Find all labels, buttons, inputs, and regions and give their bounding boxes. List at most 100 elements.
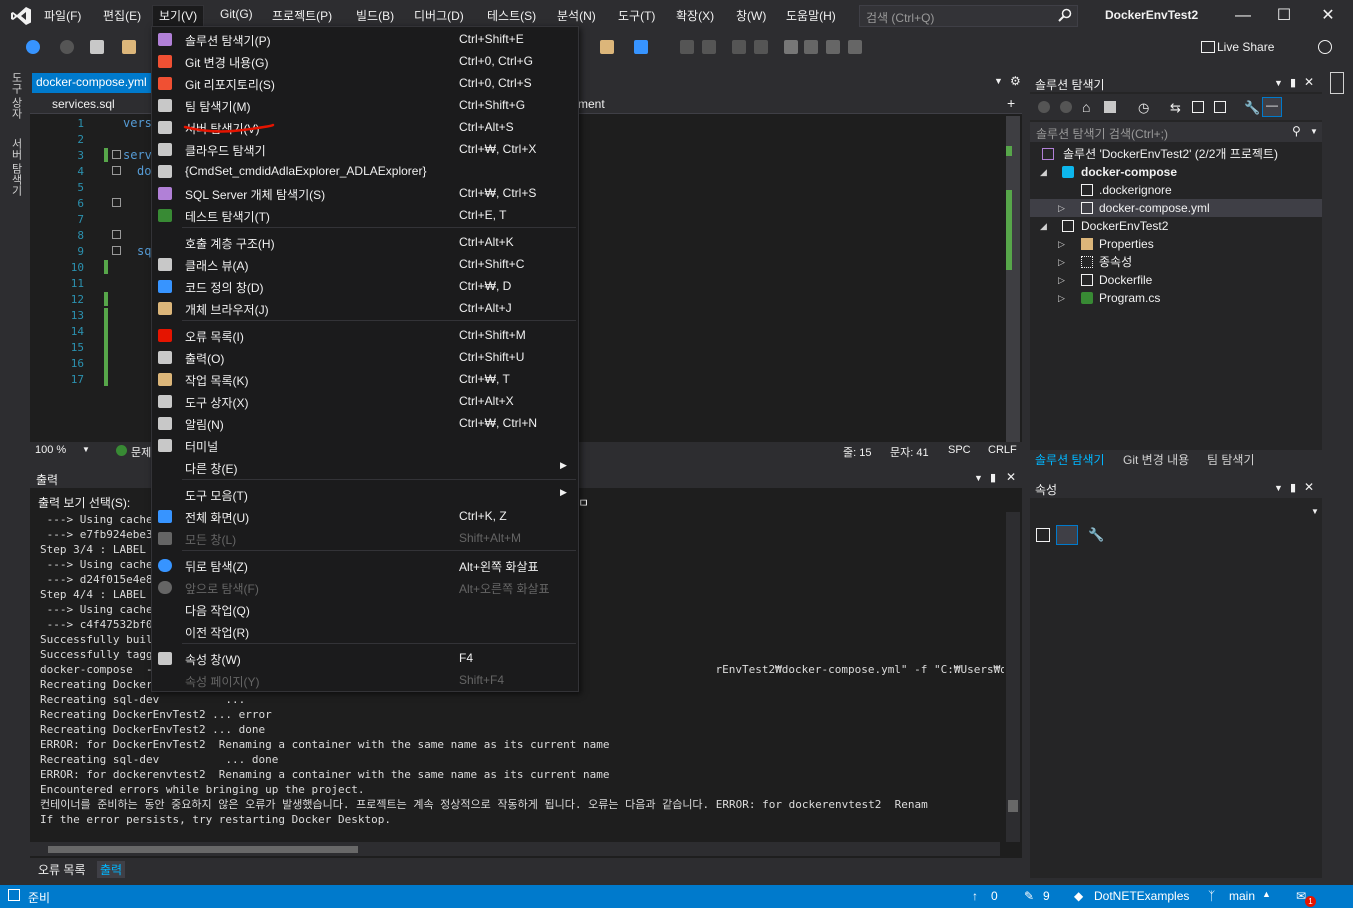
view-menu-item[interactable]: 알림(N) Ctrl+₩, Ctrl+N xyxy=(152,412,577,434)
branch-up-icon[interactable]: ▲ xyxy=(1262,889,1271,899)
zoom-level[interactable]: 100 % xyxy=(35,444,66,456)
unpushed-count[interactable]: 0 xyxy=(991,889,998,903)
tab-team-explorer[interactable]: 팀 탐색기 xyxy=(1207,451,1255,468)
menu-help[interactable]: 도움말(H) xyxy=(786,7,836,24)
tree-item-dockerignore[interactable]: .dockerignore xyxy=(1030,181,1322,199)
server-explorer-vertical-tab[interactable]: 서버 탐색기 xyxy=(8,138,24,196)
view-menu-item[interactable]: 출력(O) Ctrl+Shift+U xyxy=(152,346,577,368)
view-menu-item[interactable]: 다른 창(E) ▶ xyxy=(152,456,577,478)
collapsed-icon[interactable]: ▷ xyxy=(1058,271,1065,289)
view-menu-item[interactable]: 호출 계층 구조(H) Ctrl+Alt+K xyxy=(152,231,577,253)
pin-icon[interactable]: ▮ xyxy=(1290,481,1296,494)
next-bookmark-icon[interactable] xyxy=(826,40,840,54)
clear-bookmark-icon[interactable] xyxy=(848,40,862,54)
gear-icon[interactable]: ⚙ xyxy=(1010,74,1021,88)
view-menu-item[interactable]: Git 변경 내용(G) Ctrl+0, Ctrl+G xyxy=(152,50,577,72)
collapsed-icon[interactable]: ▷ xyxy=(1058,199,1065,217)
menu-analyze[interactable]: 분석(N) xyxy=(557,7,596,24)
tab-dropdown-icon[interactable]: ▼ xyxy=(994,76,1003,86)
branch-name[interactable]: main xyxy=(1229,889,1255,903)
view-menu-item[interactable]: 전체 화면(U) Ctrl+K, Z xyxy=(152,505,577,527)
view-menu-item[interactable]: 클라우드 탐색기 Ctrl+₩, Ctrl+X xyxy=(152,138,577,160)
collapsed-icon[interactable]: ▷ xyxy=(1058,289,1065,307)
diagnostic-tools-icon[interactable] xyxy=(1330,72,1344,94)
solution-search-input[interactable]: 솔루션 탐색기 검색(Ctrl+;) xyxy=(1030,122,1322,142)
view-menu-item[interactable]: 도구 상자(X) Ctrl+Alt+X xyxy=(152,390,577,412)
tree-item-docker-compose-yml[interactable]: ▷ docker-compose.yml xyxy=(1030,199,1322,217)
tree-item-docker-compose[interactable]: ◢ docker-compose xyxy=(1030,163,1322,181)
pin-icon[interactable]: ▮ xyxy=(990,471,996,484)
live-share-button[interactable]: Live Share xyxy=(1217,40,1274,54)
tab-error-list[interactable]: 오류 목록 xyxy=(35,861,89,878)
home-icon[interactable]: ⌂ xyxy=(1082,99,1090,115)
close-panel-icon[interactable]: ✕ xyxy=(1006,470,1016,484)
categorized-icon[interactable] xyxy=(1036,528,1050,542)
close-panel-icon[interactable]: ✕ xyxy=(1304,75,1314,89)
back-icon[interactable] xyxy=(1038,101,1050,113)
search-options-icon[interactable]: ▼ xyxy=(1310,127,1318,136)
tab-solution-explorer[interactable]: 솔루션 탐색기 xyxy=(1035,451,1105,468)
object-dropdown-icon[interactable]: ▼ xyxy=(1311,507,1319,516)
history-icon[interactable]: ◷ xyxy=(1138,100,1149,116)
output-scrollbar[interactable] xyxy=(1006,512,1020,842)
output-hscroll-thumb[interactable] xyxy=(48,846,358,853)
collapse-icon[interactable] xyxy=(112,198,121,207)
forward-icon[interactable] xyxy=(60,40,74,54)
zoom-dropdown-icon[interactable]: ▼ xyxy=(82,445,90,454)
tab-git-changes[interactable]: Git 변경 내용 xyxy=(1123,451,1189,468)
menu-test[interactable]: 테스트(S) xyxy=(487,7,536,24)
repository-name[interactable]: DotNETExamples xyxy=(1094,889,1189,903)
bookmark-icon[interactable] xyxy=(784,40,798,54)
split-editor-icon[interactable]: + xyxy=(1007,95,1015,111)
collapsed-icon[interactable]: ▷ xyxy=(1058,253,1065,271)
collapse-icon[interactable] xyxy=(112,166,121,175)
view-menu-item[interactable]: 작업 목록(K) Ctrl+₩, T xyxy=(152,368,577,390)
tab-output[interactable]: 출력 xyxy=(97,861,126,878)
uncomment-icon[interactable] xyxy=(754,40,768,54)
forward-icon[interactable] xyxy=(1060,101,1072,113)
view-menu-item[interactable]: 테스트 탐색기(T) Ctrl+E, T xyxy=(152,204,577,226)
pin-icon[interactable]: ▮ xyxy=(1290,76,1296,89)
view-menu-item[interactable]: 뒤로 탐색(Z) Alt+왼쪽 화살표 xyxy=(152,554,577,576)
solution-folder-icon[interactable] xyxy=(600,40,614,54)
outdent-icon[interactable] xyxy=(702,40,716,54)
panel-dropdown-icon[interactable]: ▼ xyxy=(974,473,983,483)
new-project-icon[interactable] xyxy=(90,40,104,54)
view-menu-item[interactable]: 오류 목록(I) Ctrl+Shift+M xyxy=(152,324,577,346)
preview-icon[interactable]: — xyxy=(1262,97,1282,117)
document-tab[interactable]: docker-compose.yml xyxy=(32,73,151,93)
alphabetical-icon[interactable] xyxy=(1056,525,1078,545)
tree-item-dockerfile[interactable]: ▷ Dockerfile xyxy=(1030,271,1322,289)
tree-solution-root[interactable]: 솔루션 'DockerEnvTest2' (2/2개 프로젝트) xyxy=(1030,145,1322,163)
view-menu-item[interactable]: 개체 브라우저(J) Ctrl+Alt+J xyxy=(152,297,577,319)
collapse-all-icon[interactable] xyxy=(1192,101,1204,113)
menu-git[interactable]: Git(G) xyxy=(220,7,253,21)
menu-tools[interactable]: 도구(T) xyxy=(618,7,655,24)
collapse-icon[interactable] xyxy=(112,246,121,255)
view-menu-item[interactable]: 속성 창(W) F4 xyxy=(152,647,577,669)
menu-debug[interactable]: 디버그(D) xyxy=(414,7,464,24)
maximize-icon[interactable]: ☐ xyxy=(1274,6,1294,26)
view-menu-item[interactable]: 코드 정의 창(D) Ctrl+₩, D xyxy=(152,275,577,297)
toolbox-vertical-tab[interactable]: 도구 상자 xyxy=(8,72,24,119)
panel-dropdown-icon[interactable]: ▼ xyxy=(1274,78,1283,88)
editor-scrollbar[interactable] xyxy=(1006,116,1020,442)
back-icon[interactable] xyxy=(26,40,40,54)
menu-build[interactable]: 빌드(B) xyxy=(356,7,394,24)
view-menu-item[interactable]: 터미널 xyxy=(152,434,577,456)
search-icon[interactable]: ⚲ xyxy=(1292,124,1301,138)
screen-icon[interactable] xyxy=(634,40,648,54)
view-menu-item[interactable]: Git 리포지토리(S) Ctrl+0, Ctrl+S xyxy=(152,72,577,94)
changes-count[interactable]: 9 xyxy=(1043,889,1050,903)
menu-project[interactable]: 프로젝트(P) xyxy=(272,7,332,24)
expanded-icon[interactable]: ◢ xyxy=(1040,217,1047,235)
close-panel-icon[interactable]: ✕ xyxy=(1304,480,1314,494)
menu-extensions[interactable]: 확장(X) xyxy=(676,7,714,24)
view-menu-item[interactable]: 솔루션 탐색기(P) Ctrl+Shift+E xyxy=(152,28,577,50)
visual-studio-logo-icon[interactable] xyxy=(10,6,32,26)
output-scroll-thumb[interactable] xyxy=(1008,800,1018,812)
tree-item-project[interactable]: ◢ DockerEnvTest2 xyxy=(1030,217,1322,235)
view-menu-item[interactable]: 팀 탐색기(M) Ctrl+Shift+G xyxy=(152,94,577,116)
menu-file[interactable]: 파일(F) xyxy=(44,7,81,24)
show-all-files-icon[interactable] xyxy=(1214,101,1226,113)
